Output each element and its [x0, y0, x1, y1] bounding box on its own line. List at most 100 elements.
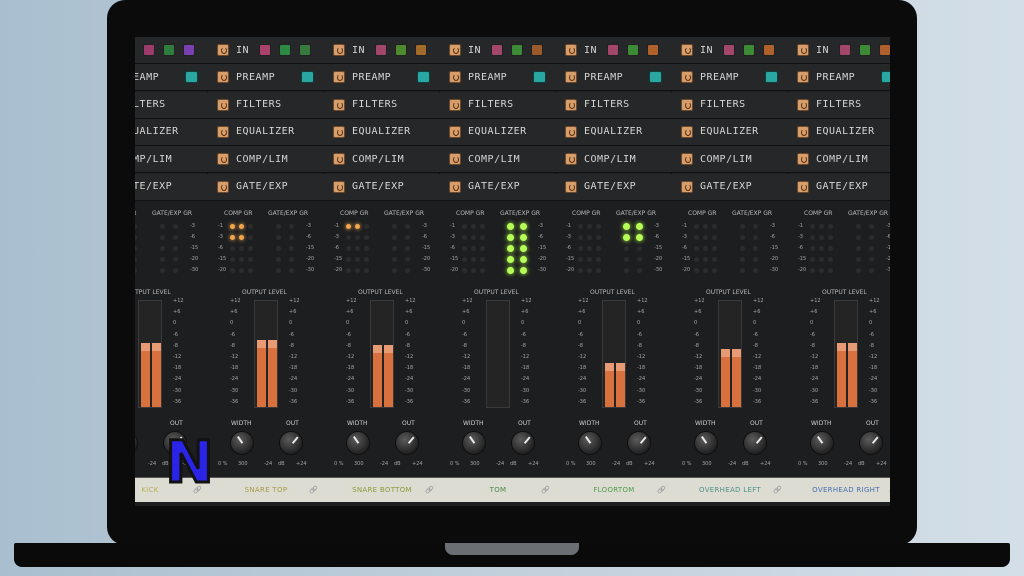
input-select-button[interactable]	[143, 44, 156, 56]
row-complim[interactable]: COMP/LIM	[672, 146, 788, 174]
power-button-icon[interactable]	[217, 44, 229, 56]
channel-name-bar[interactable]: TOM 🔗	[440, 477, 556, 502]
preamp-toggle-button[interactable]	[533, 71, 546, 84]
row-gateexp[interactable]: GATE/EXP	[135, 173, 208, 201]
row-equalizer[interactable]: EQUALIZER	[324, 118, 440, 146]
row-complim[interactable]: COMP/LIM	[440, 146, 556, 174]
input-select-button[interactable]	[163, 44, 176, 56]
preamp-toggle-button[interactable]	[881, 71, 890, 84]
out-gain-knob[interactable]	[395, 431, 419, 455]
input-select-button[interactable]	[763, 44, 776, 56]
input-select-button[interactable]	[839, 44, 852, 56]
power-button-icon[interactable]	[681, 98, 693, 111]
power-button-icon[interactable]	[333, 71, 345, 84]
width-knob[interactable]	[230, 431, 254, 455]
power-button-icon[interactable]	[333, 125, 345, 138]
input-select-button[interactable]	[607, 44, 620, 56]
channel-name-bar[interactable]: OVERHEAD LEFT 🔗	[672, 477, 788, 502]
row-gateexp[interactable]: GATE/EXP	[208, 173, 324, 201]
channel-name-bar[interactable]: OVERHEAD RIGHT 🔗	[788, 477, 890, 502]
row-filters[interactable]: FILTERS	[556, 91, 672, 119]
power-button-icon[interactable]	[333, 98, 345, 111]
row-preamp[interactable]: PREAMP	[556, 64, 672, 92]
row-equalizer[interactable]: EQUALIZER	[788, 118, 890, 146]
row-preamp[interactable]: PREAMP	[440, 64, 556, 92]
row-in[interactable]: IN	[556, 37, 672, 64]
power-button-icon[interactable]	[565, 98, 577, 111]
width-knob[interactable]	[135, 431, 138, 455]
out-gain-knob[interactable]	[511, 431, 535, 455]
power-button-icon[interactable]	[681, 125, 693, 138]
row-equalizer[interactable]: EQUALIZER	[672, 118, 788, 146]
power-button-icon[interactable]	[797, 180, 809, 193]
row-complim[interactable]: COMP/LIM	[208, 146, 324, 174]
row-equalizer[interactable]: EQUALIZER	[135, 118, 208, 146]
preamp-toggle-button[interactable]	[417, 71, 430, 84]
out-gain-knob[interactable]	[279, 431, 303, 455]
preamp-toggle-button[interactable]	[301, 71, 314, 84]
input-select-button[interactable]	[859, 44, 872, 56]
input-select-button[interactable]	[491, 44, 504, 56]
power-button-icon[interactable]	[217, 125, 229, 138]
row-in[interactable]: IN	[788, 37, 890, 64]
row-filters[interactable]: FILTERS	[135, 91, 208, 119]
row-preamp[interactable]: PREAMP	[324, 64, 440, 92]
out-gain-knob[interactable]	[627, 431, 651, 455]
power-button-icon[interactable]	[449, 180, 461, 193]
input-select-button[interactable]	[375, 44, 388, 56]
power-button-icon[interactable]	[797, 153, 809, 166]
power-button-icon[interactable]	[565, 153, 577, 166]
link-icon[interactable]: 🔗	[773, 486, 782, 494]
row-equalizer[interactable]: EQUALIZER	[208, 118, 324, 146]
row-equalizer[interactable]: EQUALIZER	[556, 118, 672, 146]
row-gateexp[interactable]: GATE/EXP	[672, 173, 788, 201]
power-button-icon[interactable]	[449, 125, 461, 138]
row-in[interactable]: IN	[440, 37, 556, 64]
width-knob[interactable]	[578, 431, 602, 455]
row-preamp[interactable]: PREAMP	[135, 64, 208, 92]
link-icon[interactable]: 🔗	[309, 486, 318, 494]
input-select-button[interactable]	[743, 44, 756, 56]
power-button-icon[interactable]	[217, 71, 229, 84]
power-button-icon[interactable]	[797, 125, 809, 138]
row-complim[interactable]: COMP/LIM	[324, 146, 440, 174]
power-button-icon[interactable]	[681, 44, 693, 56]
power-button-icon[interactable]	[565, 125, 577, 138]
row-filters[interactable]: FILTERS	[788, 91, 890, 119]
row-preamp[interactable]: PREAMP	[208, 64, 324, 92]
input-select-button[interactable]	[279, 44, 292, 56]
row-in[interactable]: IN	[324, 37, 440, 64]
link-icon[interactable]: 🔗	[541, 486, 550, 494]
power-button-icon[interactable]	[681, 71, 693, 84]
input-select-button[interactable]	[723, 44, 736, 56]
power-button-icon[interactable]	[217, 98, 229, 111]
row-in[interactable]: IN	[135, 37, 208, 64]
input-select-button[interactable]	[647, 44, 660, 56]
input-select-button[interactable]	[627, 44, 640, 56]
channel-name-bar[interactable]: SNARE TOP 🔗	[208, 477, 324, 502]
row-filters[interactable]: FILTERS	[672, 91, 788, 119]
row-gateexp[interactable]: GATE/EXP	[440, 173, 556, 201]
channel-name-bar[interactable]: SNARE BOTTOM 🔗	[324, 477, 440, 502]
power-button-icon[interactable]	[797, 44, 809, 56]
power-button-icon[interactable]	[217, 153, 229, 166]
power-button-icon[interactable]	[681, 180, 693, 193]
out-gain-knob[interactable]	[743, 431, 767, 455]
row-filters[interactable]: FILTERS	[440, 91, 556, 119]
input-select-button[interactable]	[531, 44, 544, 56]
row-gateexp[interactable]: GATE/EXP	[556, 173, 672, 201]
row-filters[interactable]: FILTERS	[208, 91, 324, 119]
link-icon[interactable]: 🔗	[657, 486, 666, 494]
row-complim[interactable]: COMP/LIM	[135, 146, 208, 174]
power-button-icon[interactable]	[449, 44, 461, 56]
input-select-button[interactable]	[299, 44, 312, 56]
row-gateexp[interactable]: GATE/EXP	[788, 173, 890, 201]
link-icon[interactable]: 🔗	[425, 486, 434, 494]
row-complim[interactable]: COMP/LIM	[556, 146, 672, 174]
power-button-icon[interactable]	[449, 153, 461, 166]
power-button-icon[interactable]	[681, 153, 693, 166]
row-preamp[interactable]: PREAMP	[672, 64, 788, 92]
preamp-toggle-button[interactable]	[765, 71, 778, 84]
preamp-toggle-button[interactable]	[649, 71, 662, 84]
width-knob[interactable]	[810, 431, 834, 455]
